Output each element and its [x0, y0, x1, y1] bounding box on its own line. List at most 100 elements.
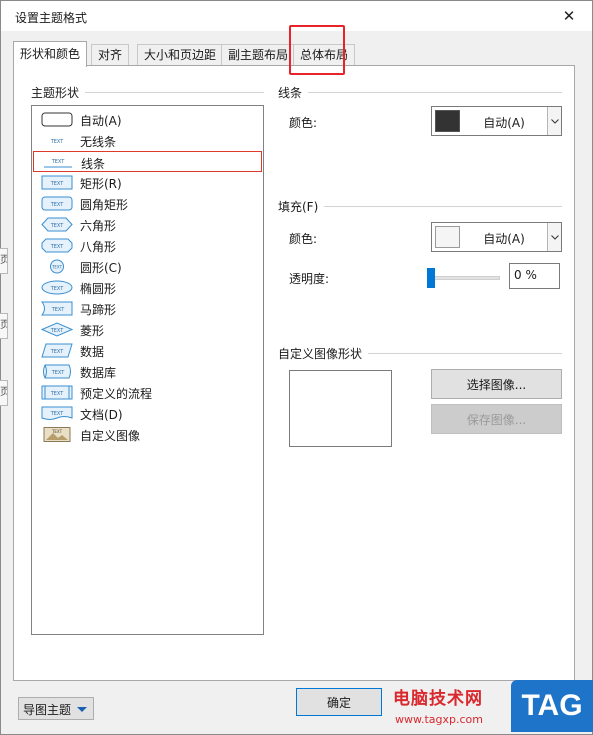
text-line-icon: TEXT: [44, 159, 72, 168]
highlight-box: [289, 25, 345, 75]
hexagon-icon: TEXT: [41, 217, 73, 232]
select-image-button[interactable]: 选择图像...: [431, 369, 562, 399]
watermark-url: www.tagxp.com: [395, 713, 483, 726]
tab-subtopic-layout[interactable]: 副主题布局: [221, 44, 296, 66]
shape-label: 六角形: [80, 219, 117, 233]
shape-item-rectangle[interactable]: TEXT 矩形(R): [33, 172, 262, 193]
icon-text: TEXT: [51, 265, 63, 270]
shape-label: 无线条: [80, 135, 117, 149]
shape-label: 圆形(C): [80, 261, 122, 275]
rounded-rect-icon: [41, 112, 73, 127]
predefined-process-icon: TEXT: [41, 385, 73, 400]
shape-label: 自定义图像: [80, 429, 141, 443]
ok-button[interactable]: 确定: [296, 688, 382, 716]
rounded-rect-icon: TEXT: [41, 196, 73, 211]
shape-item-hexagon[interactable]: TEXT 六角形: [33, 214, 262, 235]
shape-item-diamond[interactable]: TEXT 菱形: [33, 319, 262, 340]
icon-text: TEXT: [50, 244, 65, 250]
fill-color-label: 颜色:: [289, 232, 318, 246]
icon-text: TEXT: [51, 429, 63, 434]
shape-label: 椭圆形: [80, 282, 117, 296]
shape-item-data[interactable]: TEXT 数据: [33, 340, 262, 361]
chevron-down-icon[interactable]: [547, 223, 561, 251]
side-strip-tab[interactable]: 页: [0, 380, 8, 406]
shape-label: 自动(A): [80, 114, 122, 128]
topic-shape-heading: 主题形状: [31, 84, 86, 101]
image-icon: TEXT: [43, 427, 71, 442]
shape-item-database[interactable]: TEXT 数据库: [33, 361, 262, 382]
icon-text: TEXT: [50, 328, 65, 334]
shape-item-document[interactable]: TEXT 文档(D): [33, 403, 262, 424]
fill-color-dropdown[interactable]: 自动(A): [431, 222, 562, 252]
dialog-title: 设置主题格式: [15, 11, 88, 25]
icon-text: TEXT: [50, 202, 65, 208]
parallelogram-icon: TEXT: [41, 343, 73, 358]
transparency-label: 透明度:: [289, 272, 330, 286]
watermark-site-name: 电脑技术网: [393, 689, 483, 709]
line-heading: 线条: [278, 84, 309, 101]
shape-item-line[interactable]: TEXT 线条: [33, 151, 262, 172]
icon-text: TEXT: [50, 223, 65, 229]
icon-text: TEXT: [50, 411, 65, 417]
shape-label: 马蹄形: [80, 303, 117, 317]
shape-item-rounded-rect[interactable]: TEXT 圆角矩形: [33, 193, 262, 214]
icon-text: TEXT: [51, 159, 66, 165]
document-icon: TEXT: [41, 406, 73, 420]
shape-item-horseshoe[interactable]: TEXT 马蹄形: [33, 298, 262, 319]
chevron-down-icon[interactable]: [547, 107, 561, 135]
side-strip-tab[interactable]: 页: [0, 313, 8, 339]
side-strip-tab[interactable]: 页: [0, 248, 8, 274]
tab-shape-and-color[interactable]: 形状和颜色: [13, 41, 88, 67]
divider: [278, 92, 562, 93]
shape-label: 线条: [81, 157, 106, 171]
shape-label: 文档(D): [80, 408, 123, 422]
mindmap-theme-dropdown[interactable]: 导图主题: [18, 697, 94, 720]
icon-text: TEXT: [51, 307, 66, 313]
tab-align[interactable]: 对齐: [91, 44, 130, 66]
shape-label: 矩形(R): [80, 177, 122, 191]
database-icon: TEXT: [43, 364, 71, 379]
shape-item-predefined-process[interactable]: TEXT 预定义的流程: [33, 382, 262, 403]
watermark-tag-logo: TAG: [511, 680, 593, 732]
fill-color-swatch: [435, 226, 460, 248]
mindmap-theme-label: 导图主题: [23, 703, 72, 717]
watermark: 电脑技术网 www.tagxp.com TAG: [385, 680, 593, 735]
fill-color-value: 自动(A): [483, 232, 525, 246]
transparency-slider-track[interactable]: [430, 276, 500, 280]
icon-text: TEXT: [50, 349, 65, 355]
fill-heading: 填充(F): [278, 198, 325, 215]
icon-text: TEXT: [50, 139, 65, 145]
transparency-slider-thumb[interactable]: [427, 268, 435, 288]
shape-label: 预定义的流程: [80, 387, 153, 401]
line-color-swatch: [435, 110, 460, 132]
shape-label: 数据: [80, 345, 105, 359]
horseshoe-icon: TEXT: [41, 301, 73, 316]
transparency-input[interactable]: 0 %: [509, 263, 560, 289]
icon-text: TEXT: [51, 370, 66, 376]
tab-size-and-margin[interactable]: 大小和页边距: [137, 44, 224, 66]
shape-item-ellipse[interactable]: TEXT 椭圆形: [33, 277, 262, 298]
shape-item-no-line[interactable]: TEXT 无线条: [33, 130, 262, 151]
shape-label: 圆角矩形: [80, 198, 129, 212]
chevron-down-icon: [77, 707, 87, 712]
shape-label: 菱形: [80, 324, 105, 338]
diamond-icon: TEXT: [41, 322, 73, 337]
octagon-icon: TEXT: [41, 238, 73, 253]
line-color-label: 颜色:: [289, 116, 318, 130]
shape-label: 数据库: [80, 366, 117, 380]
rect-icon: TEXT: [41, 175, 73, 190]
shape-item-custom-image[interactable]: TEXT 自定义图像: [33, 424, 262, 445]
line-color-value: 自动(A): [483, 116, 525, 130]
save-image-button[interactable]: 保存图像...: [431, 404, 562, 434]
close-icon[interactable]: ✕: [546, 1, 592, 31]
shape-item-octagon[interactable]: TEXT 八角形: [33, 235, 262, 256]
ellipse-icon: TEXT: [41, 280, 73, 295]
icon-text: TEXT: [50, 181, 65, 187]
icon-text: TEXT: [50, 286, 65, 292]
image-preview: [289, 370, 392, 447]
line-color-dropdown[interactable]: 自动(A): [431, 106, 562, 136]
shape-item-auto[interactable]: 自动(A): [33, 109, 262, 130]
shape-label: 八角形: [80, 240, 117, 254]
shape-list[interactable]: 自动(A) TEXT 无线条 TEXT 线条 TEXT 矩形(R) TEXT 圆…: [31, 105, 264, 635]
shape-item-circle[interactable]: TEXT 圆形(C): [33, 256, 262, 277]
